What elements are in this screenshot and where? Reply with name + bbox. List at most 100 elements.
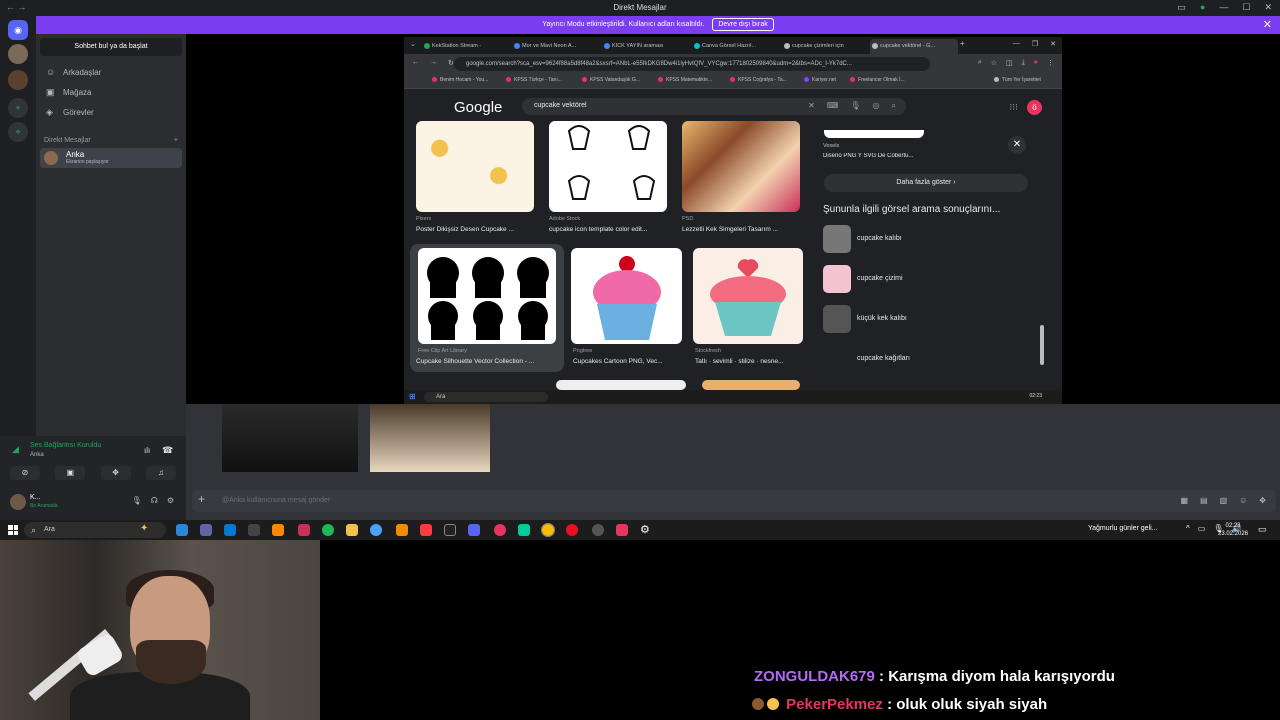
explore-icon[interactable]: ⌖ bbox=[8, 122, 28, 142]
microphone-icon[interactable]: 🎙 bbox=[132, 496, 142, 505]
tab-canva[interactable]: Canva Görsel Hazırl... bbox=[692, 39, 780, 54]
minimize-icon[interactable]: — bbox=[1219, 2, 1228, 13]
inbox-icon[interactable]: ▭ bbox=[1177, 2, 1186, 13]
related-search-item[interactable]: cupcake kalıbı bbox=[823, 225, 1033, 253]
settings-gear-icon[interactable]: ⚙ bbox=[167, 496, 174, 505]
music-icon[interactable] bbox=[420, 524, 432, 536]
close-window-icon[interactable]: ✕ bbox=[1264, 2, 1272, 13]
lens-icon[interactable]: ◎ bbox=[873, 101, 880, 111]
headphones-icon[interactable]: ☊ bbox=[151, 496, 158, 505]
network-icon[interactable]: ▭ bbox=[1198, 524, 1206, 533]
avatar[interactable]: ö bbox=[1027, 100, 1042, 115]
result-caption[interactable]: cupcake icon template color edit... bbox=[549, 226, 669, 233]
app-icon[interactable] bbox=[370, 524, 382, 536]
result-caption[interactable]: Cupcakes Cartoon PNG, Vec... bbox=[573, 358, 683, 365]
app-icon[interactable] bbox=[224, 524, 236, 536]
tab-kekstation[interactable]: KekStation Stream - bbox=[422, 39, 510, 54]
search-query[interactable]: cupcake vektörel bbox=[534, 102, 587, 109]
app-icon[interactable] bbox=[592, 524, 604, 536]
add-server-icon[interactable]: + bbox=[8, 98, 28, 118]
scrollbar[interactable] bbox=[1040, 133, 1046, 377]
store-app-icon[interactable] bbox=[176, 524, 188, 536]
bookmark-item[interactable]: Benim Hocam - You... bbox=[432, 77, 488, 83]
voice-status[interactable]: Ses Bağlantısı Kuruldu bbox=[30, 442, 101, 449]
gift-icon[interactable]: ▦ bbox=[1180, 496, 1188, 505]
find-conversation-button[interactable]: Sohbet bul ya da başlat bbox=[40, 38, 182, 56]
related-search-item[interactable]: cupcake çizimi bbox=[823, 265, 1033, 293]
shared-search[interactable]: Ara bbox=[424, 392, 548, 402]
apps-grid-icon[interactable]: ⁝⁝⁝ bbox=[1009, 102, 1018, 113]
soundboard-icon[interactable]: ♫ bbox=[145, 466, 176, 480]
copilot-app-icon[interactable] bbox=[200, 524, 212, 536]
activities-icon[interactable]: ✥ bbox=[100, 466, 131, 480]
help-icon[interactable]: ● bbox=[1200, 2, 1205, 13]
app-icon[interactable] bbox=[616, 524, 628, 536]
extension-icon[interactable]: ◫ bbox=[1006, 59, 1013, 67]
spotify-icon[interactable] bbox=[322, 524, 334, 536]
windows-start-icon[interactable] bbox=[8, 525, 18, 535]
apple-tv-icon[interactable] bbox=[444, 524, 456, 536]
panel-caption[interactable]: Diseño PNG Y SVG De Cobertu... bbox=[823, 153, 914, 159]
bookmark-star-icon[interactable]: ☆ bbox=[991, 59, 997, 67]
camera-off-icon[interactable]: ⊘ bbox=[10, 466, 40, 480]
app-icon[interactable] bbox=[248, 524, 260, 536]
tab-cupcake-drawings[interactable]: cupcake çizimleri için bbox=[782, 39, 870, 54]
result-caption[interactable]: Poster Dikişsiz Desen Cupcake ... bbox=[416, 226, 536, 233]
tab-kick[interactable]: KICK YAYIN araması bbox=[602, 39, 690, 54]
participant-video-tile[interactable] bbox=[222, 404, 358, 472]
menu-icon[interactable]: ⋮ bbox=[1047, 59, 1054, 67]
windows-start-icon[interactable]: ⊞ bbox=[409, 392, 416, 401]
copilot-sparkle-icon[interactable]: ✦ bbox=[140, 523, 148, 534]
new-dm-icon[interactable]: + bbox=[174, 137, 178, 144]
keyboard-icon[interactable]: ⌨ bbox=[827, 101, 839, 111]
result-image[interactable] bbox=[702, 380, 800, 390]
attach-plus-icon[interactable]: + bbox=[198, 492, 205, 506]
apps-icon[interactable]: ✥ bbox=[1259, 496, 1266, 505]
noise-icon[interactable]: ılı bbox=[144, 446, 150, 455]
sticker-icon[interactable]: ▧ bbox=[1220, 496, 1228, 505]
zoom-icon[interactable]: ⌕ bbox=[978, 59, 982, 67]
result-caption[interactable]: Cupcake Silhouette Vector Collection - .… bbox=[416, 358, 560, 365]
bookmark-item[interactable]: KPSS Türkçe - Tanı... bbox=[506, 77, 562, 83]
avatar[interactable] bbox=[10, 494, 26, 510]
close-panel-icon[interactable]: ✕ bbox=[1008, 136, 1026, 154]
dm-item-anka[interactable]: Anka Ekranını paylaşıyor bbox=[40, 148, 182, 168]
related-search-item[interactable]: cupcake kağıtları bbox=[823, 345, 1033, 373]
app-icon[interactable] bbox=[298, 524, 310, 536]
profile-icon[interactable]: ● bbox=[1034, 59, 1038, 67]
result-image[interactable] bbox=[693, 248, 803, 344]
back-icon[interactable]: ← bbox=[412, 59, 419, 67]
search-icon[interactable]: ⌕ bbox=[892, 101, 896, 111]
opera-icon[interactable] bbox=[566, 524, 578, 536]
discord-home-icon[interactable]: ◉ bbox=[8, 20, 28, 40]
google-logo[interactable]: Google bbox=[454, 99, 502, 116]
result-image[interactable] bbox=[571, 248, 682, 344]
all-bookmarks[interactable]: Tüm Yer İşaretleri bbox=[994, 77, 1041, 83]
close-banner-icon[interactable]: ✕ bbox=[1263, 16, 1272, 34]
emoji-icon[interactable]: ☺ bbox=[1239, 496, 1247, 505]
bookmark-item[interactable]: Kariyer.net bbox=[804, 77, 836, 83]
settings-gear-icon[interactable]: ⚙ bbox=[640, 524, 652, 536]
file-explorer-icon[interactable] bbox=[346, 524, 358, 536]
sidebar-item-friends[interactable]: ☺ Arkadaşlar bbox=[46, 68, 101, 78]
message-composer[interactable]: + @Anka kullanıcısına mesaj gönder ▦ ▤ ▧… bbox=[192, 490, 1276, 512]
system-clock[interactable]: 02:23 23.02.2026 bbox=[1218, 522, 1248, 538]
tab-cupcake-vector[interactable]: cupcake vektörel - G... bbox=[870, 39, 958, 54]
result-caption[interactable]: Tatlı · sevimli · stilize · nesne... bbox=[695, 358, 805, 365]
vlc-icon[interactable] bbox=[272, 524, 284, 536]
result-image[interactable] bbox=[682, 121, 800, 212]
reload-icon[interactable]: ↻ bbox=[448, 59, 454, 67]
screen-share-icon[interactable]: ▣ bbox=[55, 466, 86, 480]
scrollbar-thumb[interactable] bbox=[1040, 325, 1044, 365]
tab-list-icon[interactable]: ⌄ bbox=[410, 40, 416, 48]
related-search-item[interactable]: küçük kek kalıbı bbox=[823, 305, 1033, 333]
discord-icon[interactable] bbox=[468, 524, 480, 536]
gif-icon[interactable]: ▤ bbox=[1200, 496, 1208, 505]
restore-icon[interactable]: ❐ bbox=[1032, 40, 1038, 48]
server-avatar[interactable] bbox=[8, 70, 28, 90]
new-tab-icon[interactable]: + bbox=[960, 39, 965, 48]
maximize-icon[interactable]: ☐ bbox=[1242, 2, 1250, 13]
show-more-button[interactable]: Daha fazla göster › bbox=[824, 174, 1028, 192]
forward-icon[interactable]: → bbox=[430, 59, 437, 67]
edge-icon[interactable] bbox=[518, 524, 530, 536]
